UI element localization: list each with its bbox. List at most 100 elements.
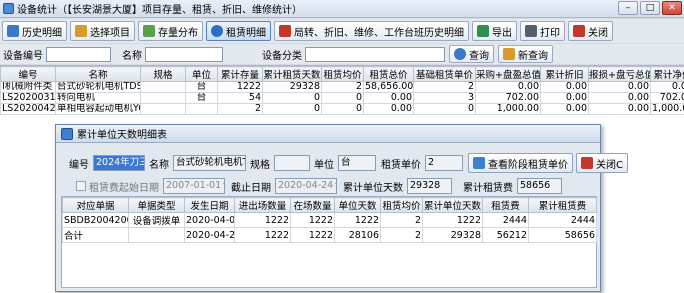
table-cell: 设备调拨单	[128, 212, 185, 228]
print-button[interactable]: 打印	[520, 21, 565, 41]
new-query-button[interactable]: 新查询	[498, 45, 553, 63]
column-header[interactable]: 名称	[55, 66, 141, 82]
search-icon	[454, 48, 466, 60]
table-cell: 1222	[334, 212, 381, 228]
table-row[interactable]: LS202003171 转向电机 台 54 0 0 0.00 3 702.00 …	[0, 92, 684, 104]
column-header[interactable]: 租赁总价	[363, 66, 414, 82]
info-icon	[211, 25, 223, 37]
table-row[interactable]: LS202004211 单相电容起动电机YC90 2 0 0 0.00 0 1,…	[0, 103, 684, 115]
table-cell: 2444	[482, 212, 529, 228]
table-row[interactable]: 合计 2020-04-24 1222 1222 28106 2 29328 56…	[62, 227, 597, 243]
table-cell	[140, 103, 186, 115]
column-header[interactable]: 编号	[0, 66, 56, 82]
column-header[interactable]: 基础租赁单价	[413, 66, 476, 82]
dialog-code-field[interactable]: 2024年刀三222	[93, 155, 145, 171]
name-input[interactable]	[145, 46, 223, 62]
maximize-button[interactable]: □	[640, 1, 660, 15]
table-cell: 0	[321, 92, 364, 104]
table-cell: 0.00	[540, 81, 589, 93]
table-cell: 1222	[234, 212, 291, 228]
table-cell: LS202004211	[0, 103, 56, 115]
transfer-history-button[interactable]: 局转、折旧、维修、工作台班历史明细	[274, 21, 469, 41]
table-cell: SBDB200420001	[62, 212, 129, 228]
query-button[interactable]: 查询	[449, 45, 494, 63]
table-cell: 1,000.00	[650, 103, 684, 115]
detail-table: 对应单据 单据类型 发生日期 进出场数量 在场数量 单位天数 租赁均价 累计单位…	[62, 197, 597, 243]
table-cell: 56212	[482, 227, 529, 243]
end-date-label: 截止日期	[231, 182, 271, 194]
table-cell: 702.00	[650, 92, 684, 104]
view-stage-price-button[interactable]: 查看阶段租赁单价	[468, 153, 573, 173]
column-header[interactable]: 累计存量	[217, 66, 263, 82]
history-detail-button[interactable]: 历史明细	[2, 21, 67, 41]
column-header[interactable]: 租赁费	[482, 197, 529, 213]
dialog-price-field[interactable]: 2	[425, 155, 463, 171]
category-input[interactable]	[305, 46, 445, 62]
column-header[interactable]: 租赁均价	[380, 197, 423, 213]
table-cell: 0	[262, 92, 322, 104]
table-header: 编号 名称 规格 单位 累计存量 累计租赁天数 租赁均价 租赁总价 基础租赁单价…	[0, 66, 684, 82]
chevron-down-icon: ▼	[221, 181, 224, 190]
table-cell: I机械附件类	[0, 81, 56, 93]
close-button[interactable]: 关闭	[568, 21, 613, 41]
minimize-button[interactable]: –	[618, 1, 638, 15]
table-cell: 1222	[290, 227, 335, 243]
column-header[interactable]: 在场数量	[290, 197, 335, 213]
main-toolbar: 历史明细 选择项目 存量分布 租赁明细 局转、折旧、维修、工作台班历史明细 导出…	[0, 19, 684, 43]
table-cell: 1222	[290, 212, 335, 228]
table-cell: 2020-04-24	[184, 227, 235, 243]
stock-distribution-button[interactable]: 存量分布	[138, 21, 203, 41]
total-fee-field[interactable]: 58656	[517, 178, 562, 194]
start-date-field[interactable]: 2007-01-01▼	[163, 178, 225, 194]
select-project-button[interactable]: 选择项目	[70, 21, 135, 41]
column-header[interactable]: 采购+盘盈总值	[475, 66, 541, 82]
table-cell: 0.00	[588, 92, 651, 104]
table-cell: 0.00	[540, 103, 589, 115]
table-cell: 54	[217, 92, 263, 104]
end-date-field[interactable]: 2020-04-24▼	[275, 178, 337, 194]
start-date-checkbox[interactable]	[76, 181, 86, 191]
add-icon	[503, 48, 515, 60]
detail-header: 对应单据 单据类型 发生日期 进出场数量 在场数量 单位天数 租赁均价 累计单位…	[62, 197, 597, 213]
table-cell: 2444	[528, 212, 597, 228]
table-cell: 29328	[262, 81, 322, 93]
dialog-spec-field[interactable]	[274, 155, 310, 171]
column-header[interactable]: 发生日期	[184, 197, 235, 213]
column-header[interactable]: 累计净值	[650, 66, 684, 82]
export-button[interactable]: 导出	[472, 21, 517, 41]
column-header[interactable]: 单位	[185, 66, 218, 82]
column-header[interactable]: 租赁均价	[321, 66, 364, 82]
table-row[interactable]: I机械附件类 台式砂轮机电机TDS-20 台 1222 29328 2 58,6…	[0, 81, 684, 93]
rental-detail-button[interactable]: 租赁明细	[206, 21, 271, 41]
code-input[interactable]	[46, 46, 111, 62]
column-header[interactable]: 规格	[140, 66, 186, 82]
column-header[interactable]: 累计租赁天数	[262, 66, 322, 82]
table-cell	[140, 92, 186, 104]
close-window-button[interactable]: ✕	[662, 1, 682, 15]
unit-days-field[interactable]: 29328	[407, 178, 452, 194]
table-cell	[128, 227, 185, 243]
column-header[interactable]: 进出场数量	[234, 197, 291, 213]
column-header[interactable]: 单据类型	[128, 197, 185, 213]
chart-icon	[143, 25, 155, 37]
table-cell: 0.00	[588, 103, 651, 115]
column-header[interactable]: 累计租赁费	[528, 197, 597, 213]
table-row[interactable]: SBDB200420001 设备调拨单 2020-04-01 1222 1222…	[62, 212, 597, 228]
table-icon	[61, 127, 73, 140]
dialog-info-row: 编号 2024年刀三222 名称 台式砂轮机电机TDS 规格 单位 台 租赁单价…	[69, 153, 628, 173]
category-label: 设备分类	[262, 50, 302, 62]
table-cell: 2	[380, 212, 423, 228]
dialog-close-button[interactable]: 关闭C	[576, 153, 628, 173]
column-header[interactable]: 累计单位天数	[422, 197, 483, 213]
column-header[interactable]: 对应单据	[62, 197, 129, 213]
column-header[interactable]: 报损+盘亏总值	[588, 66, 651, 82]
window-title: 设备统计（【长安湖景大厦】项目存量、租赁、折旧、维修统计）	[17, 5, 302, 16]
detail-grid: 对应单据 单据类型 发生日期 进出场数量 在场数量 单位天数 租赁均价 累计单位…	[61, 196, 597, 288]
table-cell: 转向电机	[55, 92, 141, 104]
column-header[interactable]: 累计折旧	[540, 66, 589, 82]
column-header[interactable]: 单位天数	[334, 197, 381, 213]
dialog-name-field[interactable]: 台式砂轮机电机TDS	[173, 155, 246, 171]
folder-icon	[75, 25, 87, 37]
dialog-unit-field[interactable]: 台	[338, 155, 376, 171]
window-controls: – □ ✕	[618, 1, 682, 15]
